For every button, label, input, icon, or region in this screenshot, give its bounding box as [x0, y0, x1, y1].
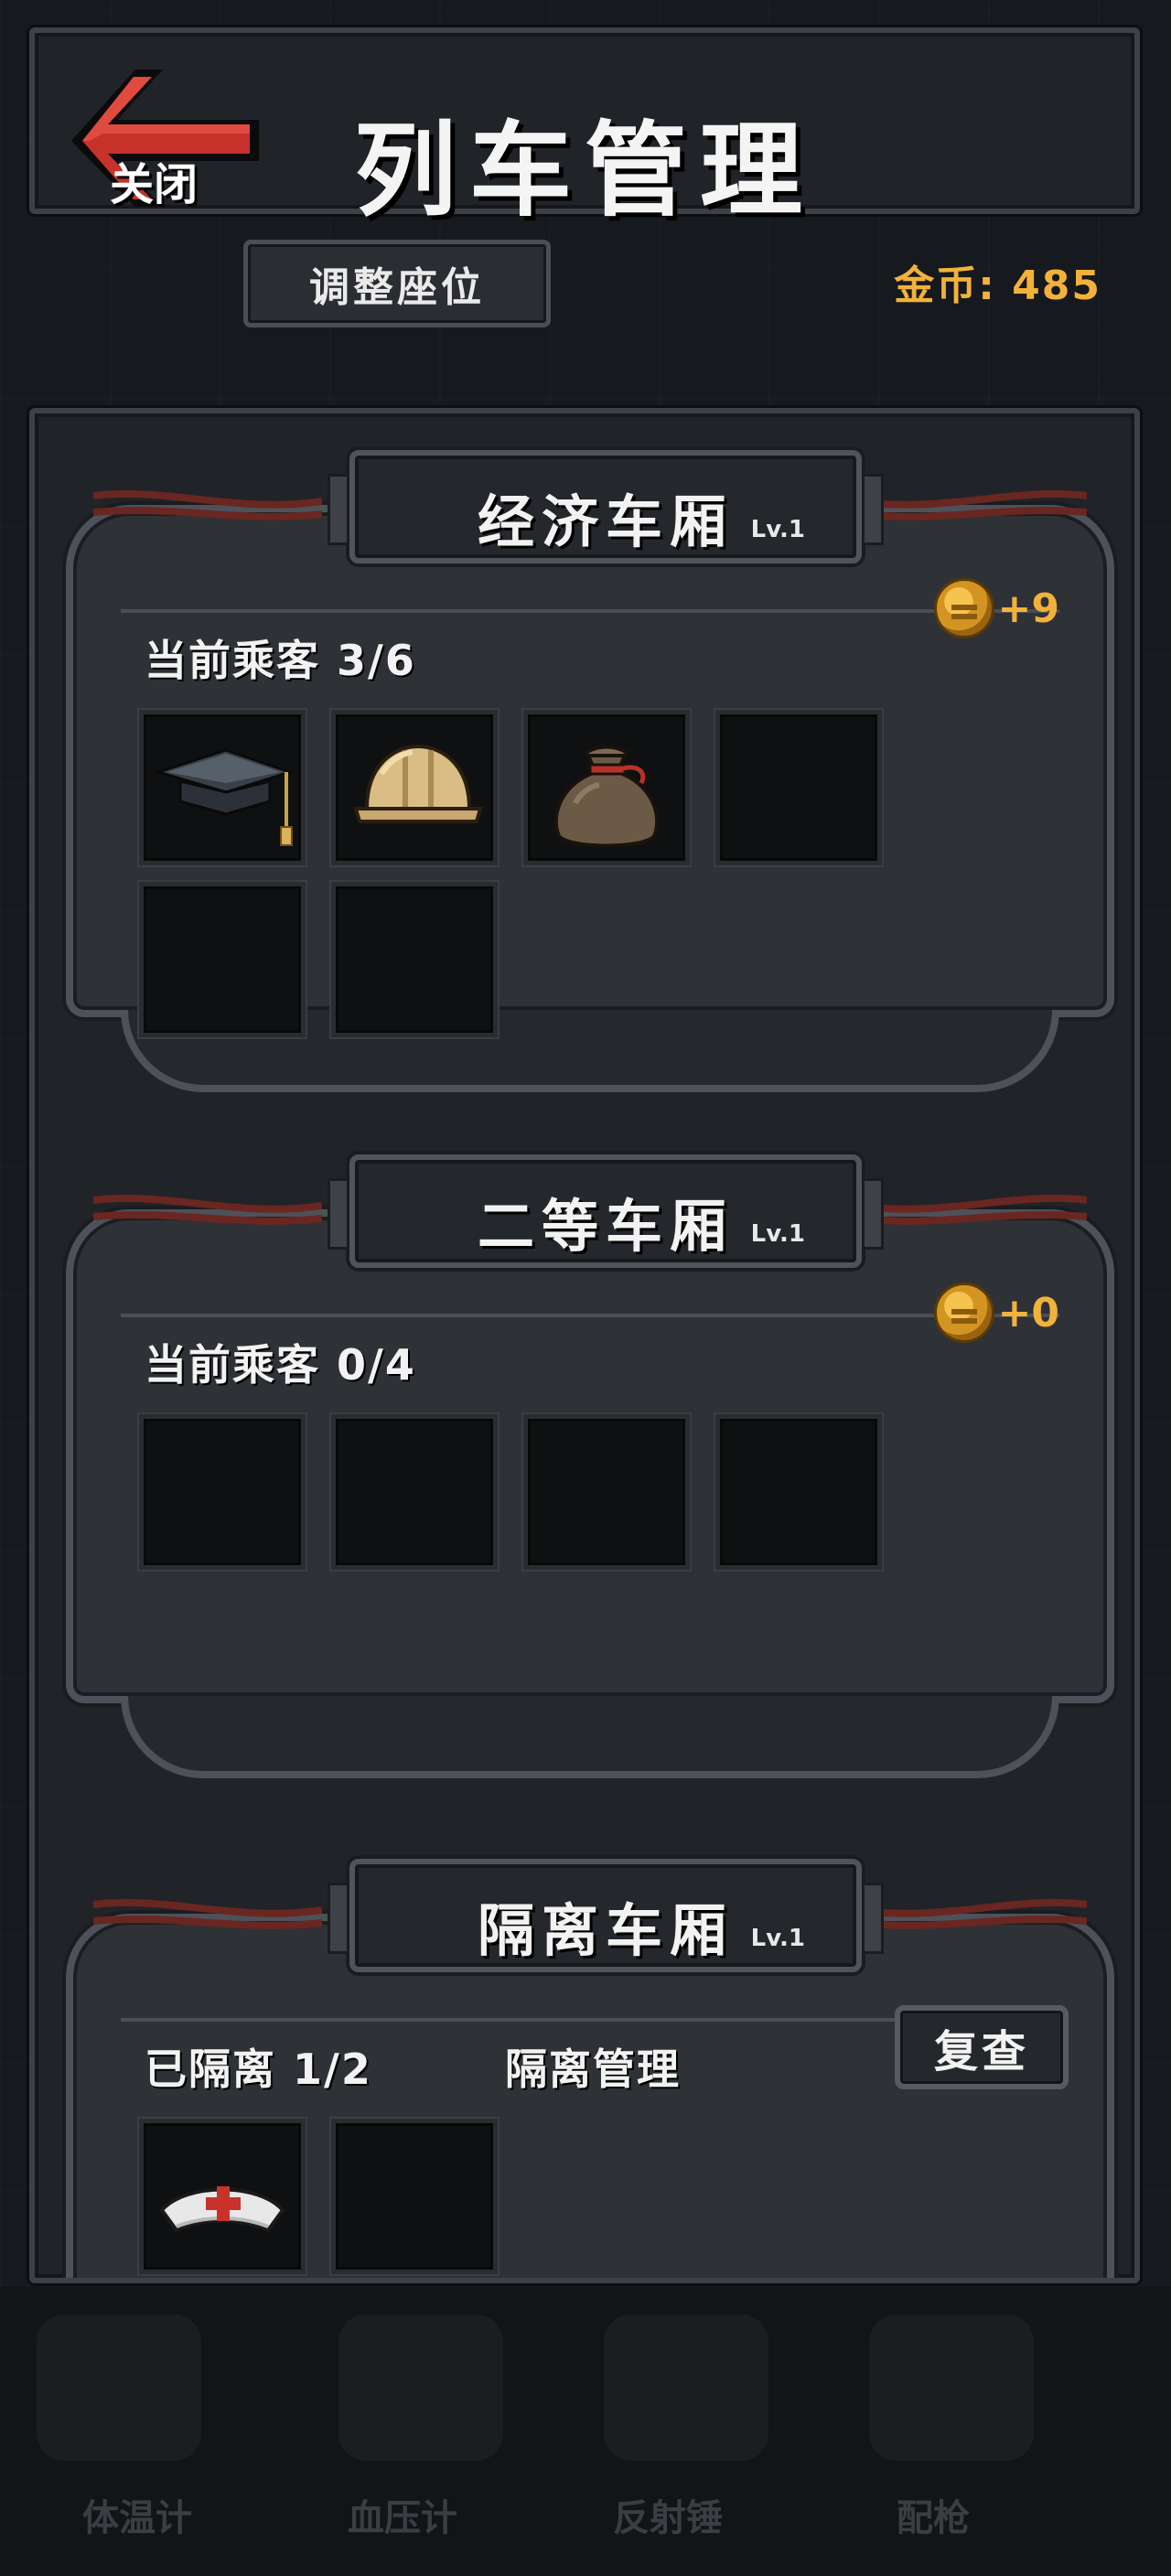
car-income: +0	[933, 1283, 1059, 1343]
second-class-car: 二等车厢 Lv.1 +0 当前乘客 0/4	[66, 1154, 1114, 1795]
seat-slot[interactable]	[331, 710, 498, 865]
seat-slot[interactable]	[139, 710, 306, 865]
ribbon-decoration	[858, 1898, 1087, 1929]
seat-slot-empty[interactable]	[715, 1414, 882, 1570]
page-title: 列车管理	[354, 112, 815, 231]
train-cars-panel: 经济车厢 Lv.1 +9 当前乘客 3/6 二等车厢 Lv.1 +0 当前乘客 …	[29, 408, 1140, 2283]
coin-icon	[933, 1283, 994, 1343]
car-level: Lv.1	[750, 516, 805, 543]
passenger-count: 当前乘客 3/6	[145, 636, 416, 685]
car-title-plate: 经济车厢 Lv.1	[328, 450, 884, 564]
income-value: +0	[997, 1289, 1059, 1336]
quarantine-manage-link[interactable]: 隔离管理	[505, 2036, 681, 2097]
seat-slot-empty[interactable]	[715, 710, 882, 865]
tool-reflex-hammer-label: 反射锤	[613, 2497, 723, 2539]
car-income: +9	[933, 578, 1059, 639]
income-value: +9	[997, 585, 1059, 632]
coin-icon	[933, 578, 994, 639]
ribbon-decoration	[858, 489, 1087, 521]
quarantine-slot-empty[interactable]	[331, 2119, 498, 2274]
economy-car: 经济车厢 Lv.1 +9 当前乘客 3/6	[66, 450, 1114, 1127]
ribbon-decoration	[93, 1898, 322, 1929]
recheck-button[interactable]: 复查	[895, 2005, 1069, 2089]
thermometer-icon	[37, 2314, 201, 2461]
seat-slot-empty[interactable]	[139, 882, 306, 1037]
seat-slot-empty[interactable]	[139, 1414, 306, 1570]
car-undercarriage	[121, 1696, 1059, 1778]
quarantine-count: 已隔离 1/2	[145, 2045, 372, 2094]
reflex-hammer-icon	[604, 2314, 768, 2461]
divider	[121, 609, 1059, 613]
seat-slot-empty[interactable]	[523, 1414, 690, 1570]
seat-grid	[139, 1414, 1054, 1570]
seat-slot-empty[interactable]	[331, 1414, 498, 1570]
seat-grid	[139, 710, 1054, 1037]
nurse-cap-icon	[159, 2186, 285, 2233]
seat-slot[interactable]	[523, 710, 690, 865]
car-title-plate: 二等车厢 Lv.1	[328, 1154, 884, 1268]
passenger-count: 当前乘客 0/4	[145, 1340, 416, 1390]
blood-pressure-icon	[338, 2314, 503, 2461]
money-sack-icon	[553, 745, 660, 848]
tool-blood-pressure-label: 血压计	[348, 2497, 457, 2539]
tool-thermometer-label: 体温计	[82, 2497, 192, 2539]
adjust-seats-button[interactable]: 调整座位	[243, 240, 551, 327]
divider	[121, 1314, 1059, 1317]
seat-slot-empty[interactable]	[331, 882, 498, 1037]
car-title-plate: 隔离车厢 Lv.1	[328, 1859, 884, 1972]
bottom-toolbar: 体温计 血压计 反射锤 配枪	[0, 2287, 1171, 2576]
quarantine-grid	[139, 2119, 1054, 2274]
graduation-cap-icon	[153, 748, 295, 846]
tool-gun-label: 配枪	[897, 2497, 970, 2539]
ribbon-decoration	[93, 489, 322, 521]
gold-counter: 金币: 485	[894, 263, 1101, 309]
quarantine-car: 隔离车厢 Lv.1 已隔离 1/2 隔离管理 复查	[66, 1859, 1114, 2278]
hard-hat-icon	[353, 744, 483, 823]
header-bar: 关闭 列车管理	[29, 27, 1140, 231]
ribbon-decoration	[93, 1194, 322, 1225]
car-level: Lv.1	[750, 1220, 805, 1248]
quarantine-slot[interactable]	[139, 2119, 306, 2274]
ribbon-decoration	[858, 1194, 1087, 1225]
gun-icon	[869, 2314, 1034, 2461]
car-level: Lv.1	[750, 1925, 805, 1952]
